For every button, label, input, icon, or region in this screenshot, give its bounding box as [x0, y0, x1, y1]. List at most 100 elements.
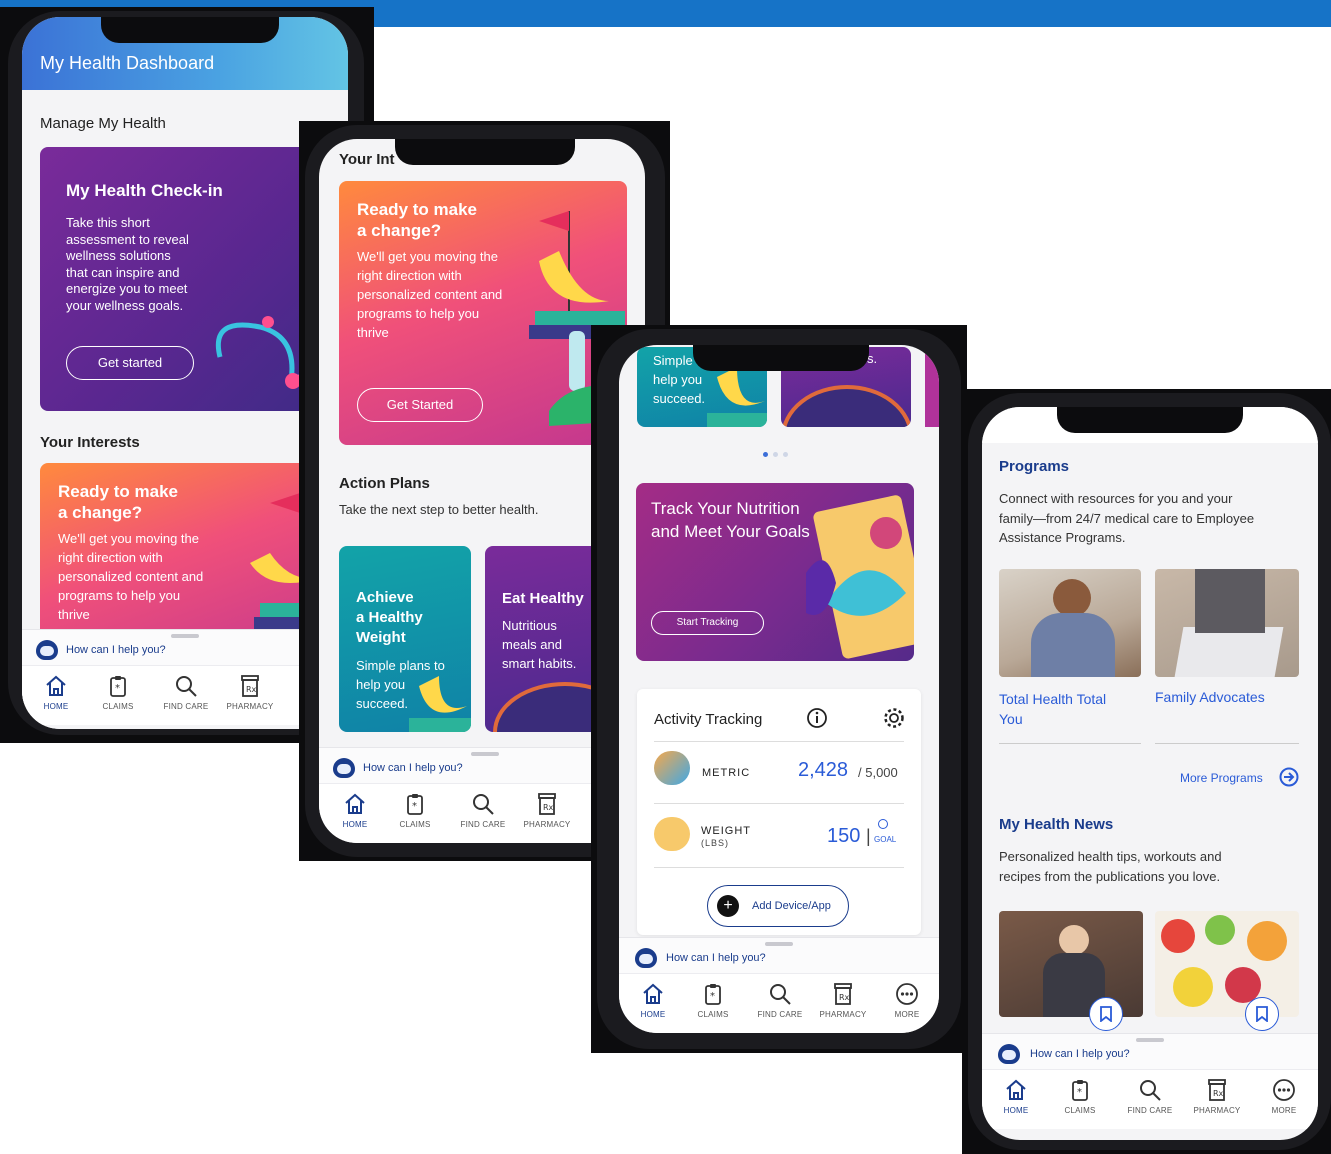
tab-find-care[interactable]: FIND CARE — [158, 674, 214, 711]
tab-more[interactable]: MORE — [879, 982, 935, 1019]
svg-text:Rx: Rx — [839, 993, 850, 1002]
clipboard-icon: * — [110, 676, 126, 697]
home-icon — [1006, 1079, 1026, 1100]
more-icon — [896, 983, 918, 1005]
health-checkin-card[interactable]: My Health Check-in Take this short asses… — [40, 147, 340, 411]
search-icon — [176, 676, 197, 697]
add-device-button[interactable]: + Add Device/App — [707, 885, 849, 927]
activity-tracking-card: Activity Tracking METRIC 2,428 / 5,000 W… — [637, 689, 921, 935]
action-plans-subtitle: Take the next step to better health. — [339, 502, 539, 517]
nutrition-card[interactable]: Track Your Nutrition and Meet Your Goals… — [636, 483, 914, 661]
metric-goal: / 5,000 — [858, 765, 898, 780]
tab-home[interactable]: HOME — [625, 982, 681, 1019]
weight-unit: (LBS) — [701, 838, 730, 848]
bookmark-button[interactable] — [1089, 997, 1123, 1031]
plan-card-weight[interactable]: Achieve a Healthy Weight Simple plans to… — [339, 546, 471, 732]
more-icon — [1273, 1079, 1295, 1101]
tab-pharmacy[interactable]: Rx PHARMACY — [222, 674, 278, 711]
carousel-dots — [763, 444, 793, 462]
interests-title-partial: Your Int — [339, 151, 395, 168]
checkin-body: Take this short assessment to reveal wel… — [66, 215, 189, 313]
clipboard-icon: * — [1072, 1080, 1088, 1101]
weight-label: WEIGHT — [701, 825, 751, 837]
screen-programs: Programs Connect with resources for you … — [982, 407, 1318, 1140]
tab-claims[interactable]: * CLAIMS — [1052, 1078, 1108, 1115]
svg-text:*: * — [412, 801, 417, 812]
assistant-bar[interactable]: How can I help you? — [619, 937, 939, 973]
action-plans-title: Action Plans — [339, 475, 430, 492]
gear-icon[interactable] — [883, 707, 905, 729]
tab-claims[interactable]: * CLAIMS — [90, 674, 146, 711]
arrow-right-circle-icon[interactable] — [1279, 767, 1299, 787]
tab-home[interactable]: HOME — [327, 792, 383, 829]
tab-more[interactable]: MORE — [1256, 1078, 1312, 1115]
tab-home[interactable]: HOME — [988, 1078, 1044, 1115]
metric-value: 2,428 — [798, 759, 849, 781]
tab-find-care[interactable]: FIND CARE — [1122, 1078, 1178, 1115]
home-icon — [643, 983, 663, 1004]
svg-text:*: * — [1077, 1087, 1082, 1098]
tab-find-care[interactable]: FIND CARE — [455, 792, 511, 829]
news-title: My Health News — [999, 816, 1114, 833]
search-icon — [473, 794, 494, 815]
banana-illustration — [409, 676, 471, 732]
program-title-family-advocates[interactable]: Family Advocates — [1155, 689, 1265, 705]
svg-text:*: * — [710, 991, 715, 1002]
news-image-fruit[interactable] — [1155, 911, 1299, 1017]
ready-change-card[interactable]: Ready to make a change? We'll get you mo… — [339, 181, 627, 445]
assistant-avatar-icon — [333, 758, 355, 778]
screen-activity: Simple help you succeed. s. Track Your N… — [619, 345, 939, 1033]
tab-pharmacy[interactable]: Rx PHARMACY — [815, 982, 871, 1019]
pill-bottle-icon: Rx — [241, 675, 259, 697]
checkin-title: My Health Check-in — [66, 181, 223, 200]
assistant-bar[interactable]: How can I help you? — [982, 1033, 1318, 1069]
program-title-total-health[interactable]: Total Health Total You — [999, 689, 1106, 729]
programs-description: Connect with resources for you and your … — [999, 491, 1255, 545]
pill-bottle-icon: Rx — [834, 983, 852, 1005]
marketing-collage: My Health Dashboard Manage My Health My … — [0, 0, 1331, 1154]
news-description: Personalized health tips, workouts and r… — [999, 849, 1222, 884]
activity-title: Activity Tracking — [654, 711, 763, 728]
phone-programs: Programs Connect with resources for you … — [962, 389, 1331, 1154]
shoe-icon — [654, 751, 690, 785]
more-programs-link[interactable]: More Programs — [1180, 771, 1263, 785]
home-icon — [46, 675, 66, 696]
tab-home[interactable]: HOME — [28, 674, 84, 711]
assistant-prompt: How can I help you? — [363, 762, 463, 774]
assistant-prompt: How can I help you? — [1030, 1048, 1130, 1060]
bookmark-icon — [1256, 1006, 1268, 1022]
programs-title: Programs — [999, 458, 1070, 475]
bookmark-button[interactable] — [1245, 997, 1279, 1031]
search-icon — [770, 984, 791, 1005]
tab-find-care[interactable]: FIND CARE — [752, 982, 808, 1019]
info-icon[interactable] — [806, 707, 828, 729]
phone-activity: Simple help you succeed. s. Track Your N… — [591, 325, 967, 1053]
clipboard-icon: * — [705, 984, 721, 1005]
interests-title: Your Interests — [40, 434, 140, 451]
home-icon — [345, 793, 365, 814]
weight-value: 150 — [827, 825, 861, 847]
pill-bottle-icon: Rx — [538, 793, 556, 815]
get-started-button[interactable]: Get started — [66, 346, 194, 380]
get-started-button[interactable]: Get Started — [357, 388, 483, 422]
weight-goal-label[interactable]: GOAL — [874, 835, 896, 844]
tab-claims[interactable]: * CLAIMS — [387, 792, 443, 829]
tab-bar: HOME * CLAIMS FIND CARE Rx PHARMACY MORE — [619, 973, 939, 1033]
assistant-prompt: How can I help you? — [66, 644, 166, 656]
bookmark-icon — [1100, 1006, 1112, 1022]
program-image-total-health[interactable] — [999, 569, 1141, 677]
assistant-avatar-icon — [635, 948, 657, 968]
tab-claims[interactable]: * CLAIMS — [685, 982, 741, 1019]
search-icon — [1140, 1080, 1161, 1101]
page-title: My Health Dashboard — [40, 53, 215, 73]
program-image-family-advocates[interactable] — [1155, 569, 1299, 677]
scale-icon — [654, 817, 690, 851]
start-tracking-button[interactable]: Start Tracking — [651, 611, 764, 635]
tab-bar: HOME * CLAIMS FIND CARE Rx PHARMACY MORE — [982, 1069, 1318, 1129]
pill-bottle-icon: Rx — [1208, 1079, 1226, 1101]
assistant-prompt: How can I help you? — [666, 952, 766, 964]
tab-pharmacy[interactable]: Rx PHARMACY — [1189, 1078, 1245, 1115]
news-image-workout[interactable] — [999, 911, 1143, 1017]
tab-pharmacy[interactable]: Rx PHARMACY — [519, 792, 575, 829]
goal-icon[interactable] — [878, 819, 888, 829]
